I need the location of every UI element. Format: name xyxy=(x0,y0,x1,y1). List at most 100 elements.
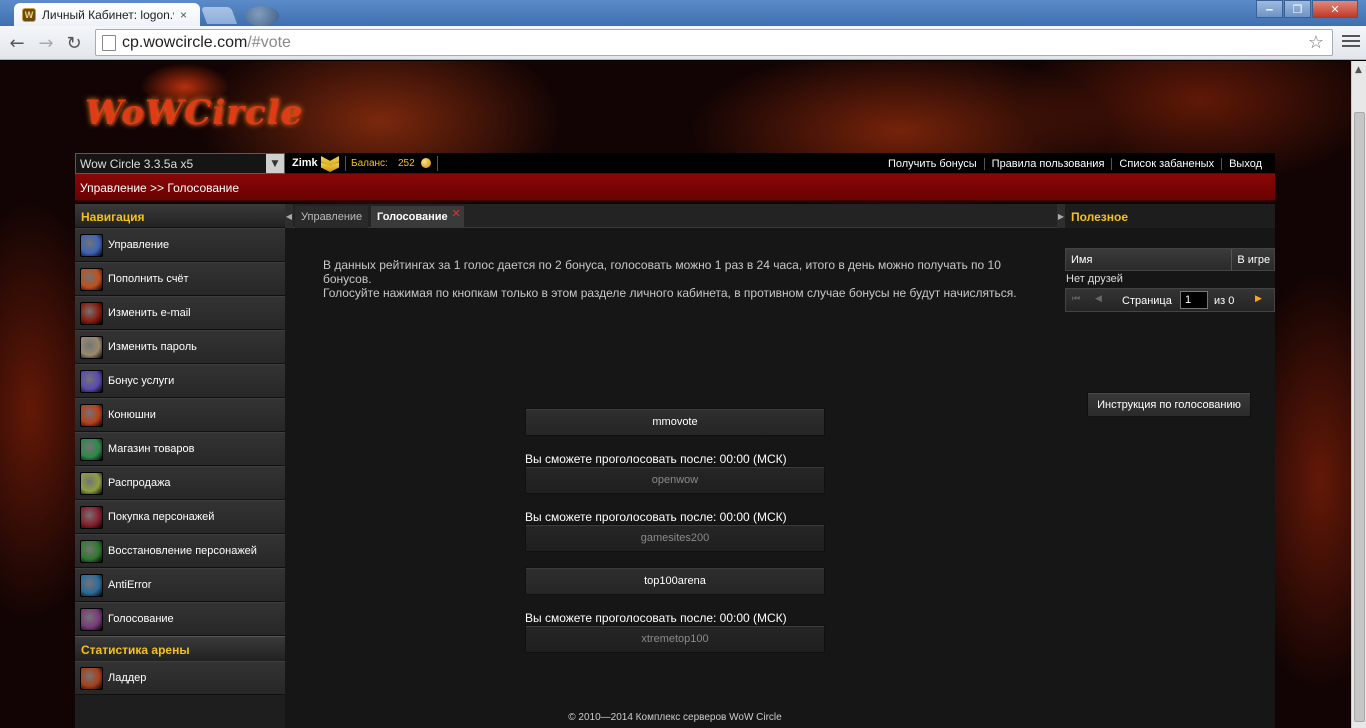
vote-button-openwow[interactable]: openwow xyxy=(525,466,825,494)
email-icon xyxy=(80,301,103,325)
sidebar-item-label: Управление xyxy=(108,239,170,251)
server-select-value: Wow Circle 3.3.5a x5 xyxy=(80,157,194,171)
col-ingame-header[interactable]: В игре xyxy=(1232,249,1274,270)
stables-icon xyxy=(80,403,103,427)
reload-icon[interactable]: ↻ xyxy=(63,32,85,54)
get-bonuses-link[interactable]: Получить бонусы xyxy=(881,158,984,170)
window-controls: ‒ ❐ ✕ xyxy=(1256,0,1358,18)
sidebar-item-voting[interactable]: Голосование xyxy=(75,602,285,636)
bookmark-star-icon[interactable]: ☆ xyxy=(1308,32,1324,53)
browser-toolbar: ← → ↻ cp.wowcircle.com/#vote ☆ xyxy=(0,26,1366,60)
back-arrow-icon[interactable]: ← xyxy=(6,32,28,54)
friends-table-header: Имя В игре xyxy=(1065,248,1275,271)
page-scrollbar[interactable]: ▲ xyxy=(1351,61,1366,728)
main-content: ◀ Управление Голосование ✕ ▶ В данных ре… xyxy=(285,204,1065,728)
vote-info-line2: Голосуйте нажимая по кнопкам только в эт… xyxy=(323,286,1017,300)
sidebar-item-buy-character[interactable]: Покупка персонажей xyxy=(75,500,285,534)
sidebar-item-email[interactable]: Изменить e-mail xyxy=(75,296,285,330)
scroll-up-icon[interactable]: ▲ xyxy=(1355,65,1362,75)
antierror-icon xyxy=(80,573,103,597)
new-tab-button[interactable] xyxy=(200,7,238,24)
voting-icon xyxy=(80,607,103,631)
address-bar[interactable]: cp.wowcircle.com/#vote ☆ xyxy=(95,29,1333,56)
maximize-button[interactable]: ❐ xyxy=(1284,0,1311,18)
arena-stats-header: Статистика арены xyxy=(75,636,285,661)
buy-character-icon xyxy=(80,505,103,529)
sidebar-item-label: Покупка персонажей xyxy=(108,511,215,523)
useful-panel: Полезное Имя В игре Нет друзей ⏮ ◀ Стран… xyxy=(1065,204,1275,728)
url-host: cp.wowcircle.com xyxy=(122,33,248,51)
tab-voting[interactable]: Голосование ✕ xyxy=(371,206,464,228)
browser-tab[interactable]: W Личный Кабинет: logon.w × xyxy=(14,3,200,26)
sidebar-item-password[interactable]: Изменить пароль xyxy=(75,330,285,364)
breadcrumb-bar: Управление >> Голосование xyxy=(75,174,1275,202)
sidebar-item-label: Восстановление персонажей xyxy=(108,545,257,557)
sidebar-item-deposit[interactable]: Пополнить счёт xyxy=(75,262,285,296)
vote-wait-message: Вы сможете проголосовать после: 00:00 (М… xyxy=(525,611,787,625)
nav-header: Навигация xyxy=(75,204,285,228)
next-page-icon[interactable]: ▶ xyxy=(1255,294,1262,304)
balance-label: Баланс: xyxy=(351,158,388,169)
coin-icon xyxy=(421,158,431,168)
collapse-left-icon[interactable]: ◀ xyxy=(285,204,293,228)
tab-close-icon[interactable]: × xyxy=(180,8,187,22)
sidebar-item-stables[interactable]: Конюшни xyxy=(75,398,285,432)
forward-arrow-icon[interactable]: → xyxy=(35,32,57,54)
sidebar-item-label: Ладдер xyxy=(108,672,147,684)
sidebar-item-shop[interactable]: Магазин товаров xyxy=(75,432,285,466)
sidebar-item-label: Изменить e-mail xyxy=(108,307,191,319)
scroll-thumb[interactable] xyxy=(1354,112,1365,722)
sidebar-item-restore-character[interactable]: Восстановление персонажей xyxy=(75,534,285,568)
sidebar-item-ladder[interactable]: Ладдер xyxy=(75,661,285,695)
minimize-button[interactable]: ‒ xyxy=(1256,0,1283,18)
sidebar-item-label: Магазин товаров xyxy=(108,443,195,455)
vote-wait-message: Вы сможете проголосовать после: 00:00 (М… xyxy=(525,452,787,466)
top-bar: Wow Circle 3.3.5a x5 ▼ Zimk Баланс: 252 … xyxy=(75,153,1275,174)
rules-link[interactable]: Правила пользования xyxy=(983,157,1112,170)
close-tab-icon[interactable]: ✕ xyxy=(451,207,460,220)
browser-menu-icon[interactable] xyxy=(1342,32,1360,52)
username: Zimk xyxy=(292,157,318,169)
password-icon xyxy=(80,335,103,359)
chevron-down-icon[interactable]: ▼ xyxy=(266,154,284,173)
vote-button-xtremetop100[interactable]: xtremetop100 xyxy=(525,625,825,653)
voting-instructions-button[interactable]: Инструкция по голосованию xyxy=(1087,392,1251,417)
footer-copyright: © 2010—2014 Комплекс серверов WoW Circle xyxy=(568,712,782,723)
vote-info: В данных рейтингах за 1 голос дается по … xyxy=(323,258,1033,300)
sidebar-item-label: Пополнить счёт xyxy=(108,273,189,285)
sidebar-item-sale[interactable]: Распродажа xyxy=(75,466,285,500)
site-logo[interactable]: WoWCircle xyxy=(85,93,303,133)
col-name-header[interactable]: Имя xyxy=(1066,249,1233,270)
restore-character-icon xyxy=(80,539,103,563)
sidebar-item-antierror[interactable]: AntiError xyxy=(75,568,285,602)
vote-button-mmovote[interactable]: mmovote xyxy=(525,408,825,436)
collapse-right-icon[interactable]: ▶ xyxy=(1057,204,1065,228)
vote-button-top100arena[interactable]: top100arena xyxy=(525,567,825,595)
deposit-icon xyxy=(80,267,103,291)
tab-management[interactable]: Управление xyxy=(295,206,369,228)
url-path: /#vote xyxy=(247,33,291,51)
sidebar-item-label: Изменить пароль xyxy=(108,341,197,353)
vote-button-gamesites200[interactable]: gamesites200 xyxy=(525,524,825,552)
sidebar-item-management[interactable]: Управление xyxy=(75,228,285,262)
banned-list-link[interactable]: Список забаненых xyxy=(1111,157,1221,170)
close-window-button[interactable]: ✕ xyxy=(1312,0,1358,18)
tab-voting-label: Голосование xyxy=(377,211,448,223)
first-page-icon[interactable]: ⏮ xyxy=(1072,294,1080,304)
management-icon xyxy=(80,233,103,257)
server-select[interactable]: Wow Circle 3.3.5a x5 ▼ xyxy=(75,153,285,174)
profile-avatar[interactable] xyxy=(245,6,279,26)
page-input[interactable]: 1 xyxy=(1180,291,1208,309)
browser-tab-title: Личный Кабинет: logon.w xyxy=(42,7,174,22)
page-icon xyxy=(102,34,116,51)
content-tabstrip: ◀ Управление Голосование ✕ ▶ xyxy=(285,204,1065,228)
sidebar-item-bonus-services[interactable]: Бонус услуги xyxy=(75,364,285,398)
prev-page-icon[interactable]: ◀ xyxy=(1095,294,1102,304)
useful-header: Полезное xyxy=(1065,204,1275,228)
logout-link[interactable]: Выход xyxy=(1221,157,1269,170)
balance-value: 252 xyxy=(398,158,415,169)
page-label: Страница xyxy=(1122,295,1172,307)
friends-pager: ⏮ ◀ Страница 1 из 0 ▶ xyxy=(1065,288,1275,312)
divider xyxy=(345,156,346,171)
page-background: WoWCircle Wow Circle 3.3.5a x5 ▼ Zimk Ба… xyxy=(0,61,1351,728)
